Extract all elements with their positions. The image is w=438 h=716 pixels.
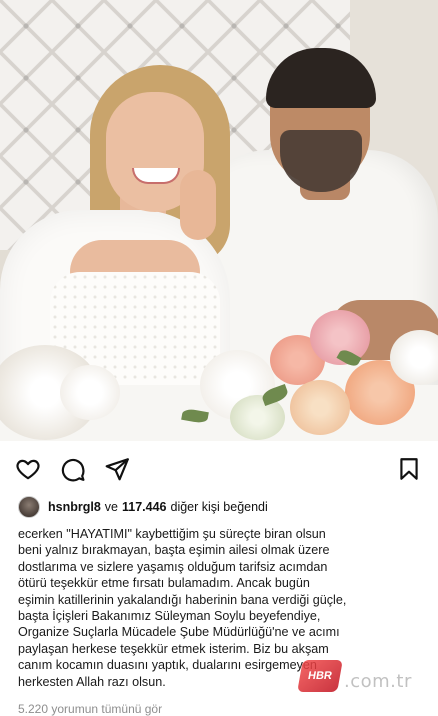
comment-icon[interactable] bbox=[60, 456, 86, 482]
hbr-watermark: HBR .com.tr bbox=[297, 652, 412, 692]
likes-suffix: diğer kişi beğendi bbox=[170, 500, 268, 514]
avatar[interactable] bbox=[18, 496, 40, 518]
caption-line: beni yalnız bırakmayan, başta eşimin ail… bbox=[18, 543, 330, 558]
post-photo[interactable] bbox=[0, 0, 438, 441]
caption-line: eşimin katillerinin yakalandığı haberini… bbox=[18, 592, 347, 607]
view-all-comments-link[interactable]: 5.220 yorumun tümünü gör bbox=[18, 702, 162, 716]
caption-line: ötürü teşekkür etme fırsatı bulamadım. A… bbox=[18, 576, 310, 591]
caption-line: başta İçişleri Bakanımız Süleyman Soylu … bbox=[18, 609, 321, 624]
likes-count[interactable]: 117.446 bbox=[122, 500, 167, 514]
likes-connector: ve bbox=[104, 500, 118, 514]
likes-summary[interactable]: hsnbrgl8 ve 117.446 diğer kişi beğendi bbox=[18, 495, 272, 519]
hbr-logo: HBR bbox=[297, 660, 343, 692]
share-icon[interactable] bbox=[104, 456, 130, 482]
woman-hand bbox=[180, 170, 216, 240]
liker-username[interactable]: hsnbrgl8 bbox=[48, 500, 101, 514]
watermark-domain: .com.tr bbox=[344, 671, 412, 692]
caption-line: Organize Suçlarla Mücadele Şube Müdürlüğ… bbox=[18, 625, 340, 640]
bookmark-icon[interactable] bbox=[396, 456, 422, 482]
post-action-bar bbox=[0, 452, 438, 486]
caption-line: ecerken "HAYATIMI" kaybettiğim şu süreçt… bbox=[18, 527, 326, 541]
flower bbox=[290, 380, 350, 435]
caption-line: dostlarıma ve sizlere yaşamış olduğum ta… bbox=[18, 559, 328, 574]
flower bbox=[60, 365, 120, 420]
heart-icon[interactable] bbox=[15, 456, 41, 482]
